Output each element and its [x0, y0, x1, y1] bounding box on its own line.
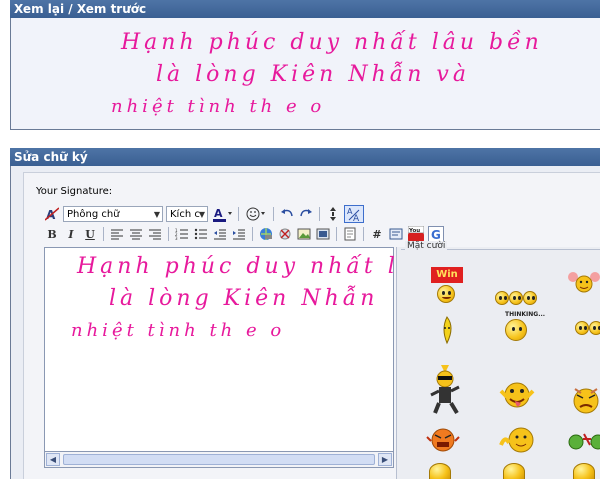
bottom-smiley-icon-a[interactable]: [429, 463, 451, 479]
svg-text:3: 3: [175, 236, 178, 240]
editor-line-1: Hạnh phúc duy nhất lâ: [77, 254, 416, 279]
text-color-button[interactable]: A: [211, 206, 233, 222]
ordered-list-icon[interactable]: 123: [174, 226, 190, 242]
thinking-label: THINKING...: [505, 311, 546, 318]
banana-smiley-icon[interactable]: [437, 315, 457, 345]
toolbar-separator: [336, 227, 337, 241]
insert-image-icon[interactable]: [296, 226, 312, 242]
toolbar-separator: [168, 227, 169, 241]
thinking-smiley-icon[interactable]: [505, 319, 527, 341]
redo-icon[interactable]: [298, 206, 314, 222]
align-right-icon[interactable]: [147, 226, 163, 242]
underline-icon[interactable]: U: [82, 226, 98, 242]
insert-smiley-button[interactable]: [244, 206, 268, 222]
signature-editor[interactable]: Hạnh phúc duy nhất lâ là lòng Kiên Nhẫn …: [44, 247, 412, 452]
group-smiley-icon-a[interactable]: [495, 291, 509, 305]
edit-signature-header: Sửa chữ ký: [10, 148, 600, 166]
scrollbar-thumb[interactable]: [63, 454, 375, 465]
italic-icon[interactable]: I: [63, 226, 79, 242]
smilies-legend: Mặt cười: [405, 241, 448, 251]
toolbar-separator: [103, 227, 104, 241]
bottom-smiley-icon-c[interactable]: [573, 463, 595, 479]
bold-icon[interactable]: B: [44, 226, 60, 242]
font-size-select[interactable]: Kích c ▼: [166, 206, 208, 222]
preview-title: Xem lại / Xem trước: [14, 2, 147, 16]
editor-line-3: nhiệt tình th e o: [71, 320, 286, 341]
horizontal-scrollbar[interactable]: ◀ ▶: [44, 452, 394, 468]
preview-box: Hạnh phúc duy nhất lâu bền là lòng Kiên …: [10, 18, 600, 130]
scroll-right-icon[interactable]: ▶: [378, 453, 392, 466]
toolbar-separator: [273, 207, 274, 221]
toolbar-separator: [363, 227, 364, 241]
font-size-value: Kích c: [170, 208, 200, 220]
wave-smiley-icon[interactable]: [497, 425, 537, 455]
smilies-panel: Mặt cười Win THINKING...: [396, 241, 600, 479]
group-smiley-icon-c[interactable]: [523, 291, 537, 305]
fighting-smiley-icon[interactable]: [567, 431, 600, 451]
google-icon[interactable]: G: [428, 226, 444, 242]
toolbar-separator: [319, 207, 320, 221]
quote-icon[interactable]: [342, 226, 358, 242]
unordered-list-icon[interactable]: [193, 226, 209, 242]
insert-link-icon[interactable]: [258, 226, 274, 242]
resize-icon[interactable]: [325, 206, 341, 222]
preview-line-3: nhiệt tình th e o: [111, 96, 326, 117]
toolbar-row-1: A Phông chữ ▼ Kích c ▼ A: [44, 204, 364, 224]
svg-text:A: A: [214, 207, 223, 220]
undo-icon[interactable]: [279, 206, 295, 222]
toolbar-row-2: B I U 123 # You G: [44, 224, 444, 244]
outdent-icon[interactable]: [212, 226, 228, 242]
chevron-down-icon: ▼: [153, 210, 160, 219]
youtube-icon[interactable]: You: [407, 226, 425, 242]
align-left-icon[interactable]: [109, 226, 125, 242]
font-family-value: Phông chữ: [67, 208, 120, 220]
group-smiley-icon-b[interactable]: [509, 291, 523, 305]
cool-dude-smiley-icon[interactable]: [427, 363, 463, 415]
cheerleader-smiley-icon[interactable]: [567, 269, 600, 299]
insert-media-icon[interactable]: [315, 226, 331, 242]
signature-editor-frame: Your Signature: A Phông chữ ▼ Kích c ▼ A: [23, 172, 600, 479]
grumpy-smiley-icon[interactable]: [569, 385, 600, 415]
cheering-smiley-icon-a[interactable]: [575, 321, 589, 335]
preview-header: Xem lại / Xem trước: [10, 0, 600, 18]
edit-signature-title: Sửa chữ ký: [14, 150, 88, 164]
win-sign-label: Win: [436, 269, 458, 280]
svg-text:G: G: [431, 228, 441, 241]
angry-smiley-icon[interactable]: [425, 427, 461, 453]
switch-mode-icon[interactable]: AA: [344, 205, 364, 223]
cheering-smiley-icon-b[interactable]: [589, 321, 600, 335]
indent-icon[interactable]: [231, 226, 247, 242]
edit-signature-panel: Your Signature: A Phông chữ ▼ Kích c ▼ A: [10, 166, 600, 479]
editor-line-2: là lòng Kiên Nhẫn: [109, 286, 379, 311]
bottom-smiley-icon-b[interactable]: [503, 463, 525, 479]
signature-label: Your Signature:: [36, 186, 113, 197]
scroll-left-icon[interactable]: ◀: [46, 453, 60, 466]
font-family-select[interactable]: Phông chữ ▼: [63, 206, 163, 222]
tongue-smiley-icon[interactable]: [497, 377, 537, 417]
toolbar-separator: [238, 207, 239, 221]
chevron-down-icon: ▼: [198, 210, 205, 219]
preview-line-2: là lòng Kiên Nhẫn và: [156, 62, 470, 87]
unlink-icon[interactable]: [277, 226, 293, 242]
remove-format-icon[interactable]: A: [44, 206, 60, 222]
preview-line-1: Hạnh phúc duy nhất lâu bền: [121, 30, 543, 55]
hashtag-icon[interactable]: #: [369, 226, 385, 242]
toolbar-separator: [252, 227, 253, 241]
win-smiley-icon[interactable]: [437, 285, 455, 303]
align-center-icon[interactable]: [128, 226, 144, 242]
code-icon[interactable]: [388, 226, 404, 242]
win-sign: Win: [431, 267, 463, 283]
